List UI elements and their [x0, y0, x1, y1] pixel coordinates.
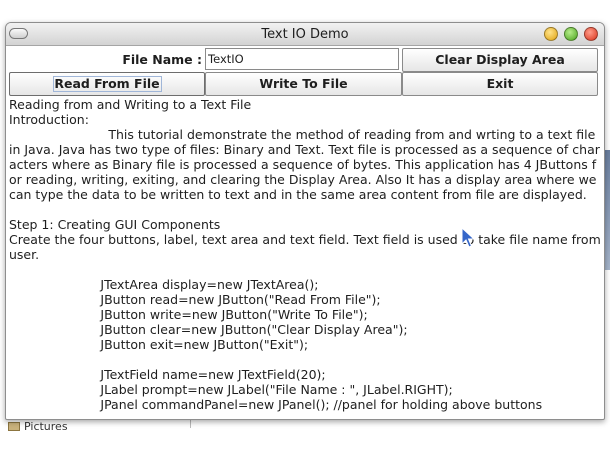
text-io-window: Text IO Demo File Name : Clear Display A… — [5, 22, 605, 420]
exit-button[interactable]: Exit — [402, 72, 598, 96]
clear-display-area-button[interactable]: Clear Display Area — [402, 48, 598, 72]
maximize-button[interactable] — [564, 27, 578, 41]
close-button[interactable] — [584, 27, 598, 41]
read-from-file-label: Read From File — [54, 76, 160, 91]
mouse-pointer-icon — [461, 227, 475, 248]
command-panel: Read From File Write To File Exit — [6, 71, 604, 96]
minimize-button[interactable] — [544, 27, 558, 41]
desktop: Pictures Text IO Demo File Name : Clear … — [0, 0, 610, 451]
window-controls — [544, 27, 598, 41]
window-title: Text IO Demo — [261, 27, 349, 42]
file-name-label: File Name : — [122, 52, 202, 67]
title-bar[interactable]: Text IO Demo — [6, 23, 604, 46]
folder-icon — [8, 421, 20, 431]
background-window — [0, 418, 610, 451]
file-name-input[interactable] — [205, 48, 399, 70]
file-name-row: File Name : Clear Display Area — [6, 46, 604, 72]
background-divider — [190, 420, 196, 428]
background-folder-item[interactable]: Pictures — [8, 419, 68, 433]
display-text-area[interactable]: Reading from and Writing to a Text File … — [9, 97, 601, 417]
read-from-file-button[interactable]: Read From File — [9, 72, 205, 96]
background-folder-label: Pictures — [24, 419, 68, 433]
write-to-file-button[interactable]: Write To File — [205, 72, 402, 96]
